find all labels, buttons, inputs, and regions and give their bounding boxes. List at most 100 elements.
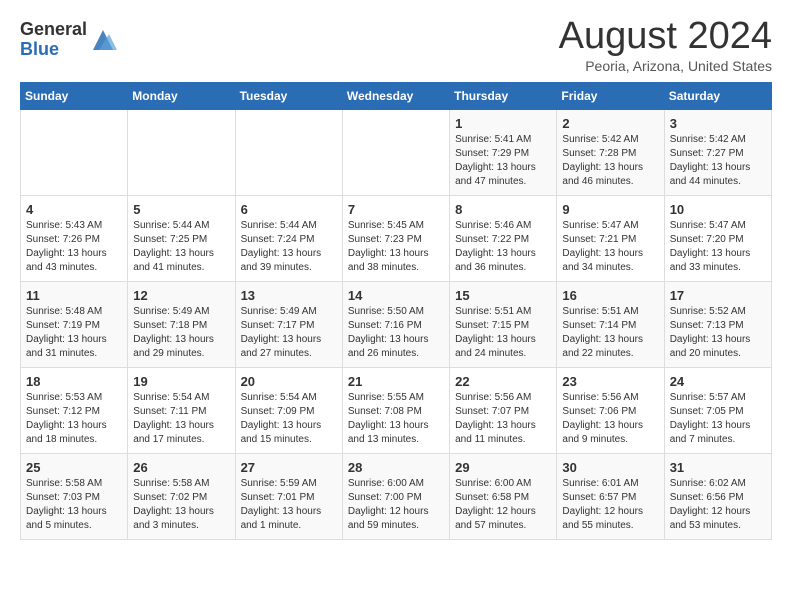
calendar-week-row: 1Sunrise: 5:41 AM Sunset: 7:29 PM Daylig…	[21, 109, 772, 195]
calendar-cell: 21 Sunrise: 5:55 AM Sunset: 7:08 PM Dayli…	[342, 367, 449, 453]
day-number: 5	[133, 202, 229, 217]
calendar-cell	[21, 109, 128, 195]
calendar-table: SundayMondayTuesdayWednesdayThursdayFrid…	[20, 82, 772, 540]
day-number: 28	[348, 460, 444, 475]
calendar-week-row: 11Sunrise: 5:48 AM Sunset: 7:19 PM Dayli…	[21, 281, 772, 367]
calendar-cell: 18 Sunrise: 5:53 AM Sunset: 7:12 PM Dayli…	[21, 367, 128, 453]
calendar-cell: 17 Sunrise: 5:52 AM Sunset: 7:13 PM Dayli…	[664, 281, 771, 367]
page-header: General Blue August 2024 Peoria, Arizona…	[20, 16, 772, 74]
logo-icon	[89, 26, 117, 54]
calendar-cell: 26 Sunrise: 5:58 AM Sunset: 7:02 PM Dayli…	[128, 453, 235, 539]
calendar-cell: 14Sunrise: 5:50 AM Sunset: 7:16 PM Dayli…	[342, 281, 449, 367]
cell-content: Sunrise: 5:45 AM Sunset: 7:23 PM Dayligh…	[348, 219, 444, 275]
weekday-header: Wednesday	[342, 82, 449, 109]
day-number: 19	[133, 374, 229, 389]
calendar-cell: 4 Sunrise: 5:43 AM Sunset: 7:26 PM Daylig…	[21, 195, 128, 281]
calendar-cell: 28Sunrise: 6:00 AM Sunset: 7:00 PM Dayli…	[342, 453, 449, 539]
day-number: 17	[670, 288, 766, 303]
calendar-cell: 12 Sunrise: 5:49 AM Sunset: 7:18 PM Dayli…	[128, 281, 235, 367]
day-number: 7	[348, 202, 444, 217]
calendar-cell: 20 Sunrise: 5:54 AM Sunset: 7:09 PM Dayli…	[235, 367, 342, 453]
cell-content: Sunrise: 5:50 AM Sunset: 7:16 PM Dayligh…	[348, 305, 444, 361]
day-number: 8	[455, 202, 551, 217]
cell-content: Sunrise: 5:44 AM Sunset: 7:25 PM Dayligh…	[133, 219, 229, 275]
cell-content: Sunrise: 5:59 AM Sunset: 7:01 PM Dayligh…	[241, 477, 337, 533]
weekday-header: Thursday	[450, 82, 557, 109]
day-number: 11	[26, 288, 122, 303]
day-number: 20	[241, 374, 337, 389]
day-number: 4	[26, 202, 122, 217]
calendar-cell: 9 Sunrise: 5:47 AM Sunset: 7:21 PM Daylig…	[557, 195, 664, 281]
cell-content: Sunrise: 5:54 AM Sunset: 7:09 PM Dayligh…	[241, 391, 337, 447]
weekday-header: Sunday	[21, 82, 128, 109]
calendar-cell: 16 Sunrise: 5:51 AM Sunset: 7:14 PM Dayli…	[557, 281, 664, 367]
calendar-cell: 23Sunrise: 5:56 AM Sunset: 7:06 PM Dayli…	[557, 367, 664, 453]
cell-content: Sunrise: 5:49 AM Sunset: 7:18 PM Dayligh…	[133, 305, 229, 361]
cell-content: Sunrise: 6:02 AM Sunset: 6:56 PM Dayligh…	[670, 477, 766, 533]
logo-blue-text: Blue	[20, 40, 87, 60]
day-number: 12	[133, 288, 229, 303]
calendar-cell: 10Sunrise: 5:47 AM Sunset: 7:20 PM Dayli…	[664, 195, 771, 281]
cell-content: Sunrise: 5:51 AM Sunset: 7:14 PM Dayligh…	[562, 305, 658, 361]
day-number: 18	[26, 374, 122, 389]
cell-content: Sunrise: 5:54 AM Sunset: 7:11 PM Dayligh…	[133, 391, 229, 447]
cell-content: Sunrise: 5:57 AM Sunset: 7:05 PM Dayligh…	[670, 391, 766, 447]
calendar-cell: 3 Sunrise: 5:42 AM Sunset: 7:27 PM Daylig…	[664, 109, 771, 195]
calendar-cell	[235, 109, 342, 195]
calendar-cell: 8 Sunrise: 5:46 AM Sunset: 7:22 PM Daylig…	[450, 195, 557, 281]
calendar-cell: 2Sunrise: 5:42 AM Sunset: 7:28 PM Daylig…	[557, 109, 664, 195]
day-number: 30	[562, 460, 658, 475]
calendar-cell: 31 Sunrise: 6:02 AM Sunset: 6:56 PM Dayli…	[664, 453, 771, 539]
title-area: August 2024 Peoria, Arizona, United Stat…	[559, 16, 772, 74]
calendar-cell: 25 Sunrise: 5:58 AM Sunset: 7:03 PM Dayli…	[21, 453, 128, 539]
cell-content: Sunrise: 5:44 AM Sunset: 7:24 PM Dayligh…	[241, 219, 337, 275]
calendar-cell	[342, 109, 449, 195]
cell-content: Sunrise: 5:58 AM Sunset: 7:03 PM Dayligh…	[26, 477, 122, 533]
calendar-week-row: 25 Sunrise: 5:58 AM Sunset: 7:03 PM Dayli…	[21, 453, 772, 539]
calendar-cell: 29 Sunrise: 6:00 AM Sunset: 6:58 PM Dayli…	[450, 453, 557, 539]
calendar-cell: 22Sunrise: 5:56 AM Sunset: 7:07 PM Dayli…	[450, 367, 557, 453]
cell-content: Sunrise: 5:42 AM Sunset: 7:27 PM Dayligh…	[670, 133, 766, 189]
calendar-cell: 11Sunrise: 5:48 AM Sunset: 7:19 PM Dayli…	[21, 281, 128, 367]
cell-content: Sunrise: 5:47 AM Sunset: 7:21 PM Dayligh…	[562, 219, 658, 275]
location-title: Peoria, Arizona, United States	[559, 58, 772, 74]
day-number: 25	[26, 460, 122, 475]
day-number: 22	[455, 374, 551, 389]
calendar-cell: 15Sunrise: 5:51 AM Sunset: 7:15 PM Dayli…	[450, 281, 557, 367]
weekday-header: Friday	[557, 82, 664, 109]
day-number: 13	[241, 288, 337, 303]
calendar-week-row: 4 Sunrise: 5:43 AM Sunset: 7:26 PM Daylig…	[21, 195, 772, 281]
month-title: August 2024	[559, 16, 772, 58]
calendar-cell: 24Sunrise: 5:57 AM Sunset: 7:05 PM Dayli…	[664, 367, 771, 453]
weekday-header: Monday	[128, 82, 235, 109]
calendar-cell: 30 Sunrise: 6:01 AM Sunset: 6:57 PM Dayli…	[557, 453, 664, 539]
day-number: 15	[455, 288, 551, 303]
calendar-week-row: 18 Sunrise: 5:53 AM Sunset: 7:12 PM Dayli…	[21, 367, 772, 453]
calendar-cell: 5 Sunrise: 5:44 AM Sunset: 7:25 PM Daylig…	[128, 195, 235, 281]
day-number: 3	[670, 116, 766, 131]
weekday-header: Tuesday	[235, 82, 342, 109]
calendar-cell: 27Sunrise: 5:59 AM Sunset: 7:01 PM Dayli…	[235, 453, 342, 539]
cell-content: Sunrise: 5:53 AM Sunset: 7:12 PM Dayligh…	[26, 391, 122, 447]
day-number: 9	[562, 202, 658, 217]
weekday-header: Saturday	[664, 82, 771, 109]
cell-content: Sunrise: 5:49 AM Sunset: 7:17 PM Dayligh…	[241, 305, 337, 361]
day-number: 26	[133, 460, 229, 475]
calendar-cell: 7 Sunrise: 5:45 AM Sunset: 7:23 PM Daylig…	[342, 195, 449, 281]
cell-content: Sunrise: 5:46 AM Sunset: 7:22 PM Dayligh…	[455, 219, 551, 275]
cell-content: Sunrise: 5:52 AM Sunset: 7:13 PM Dayligh…	[670, 305, 766, 361]
cell-content: Sunrise: 5:55 AM Sunset: 7:08 PM Dayligh…	[348, 391, 444, 447]
calendar-cell: 1Sunrise: 5:41 AM Sunset: 7:29 PM Daylig…	[450, 109, 557, 195]
cell-content: Sunrise: 5:58 AM Sunset: 7:02 PM Dayligh…	[133, 477, 229, 533]
day-number: 21	[348, 374, 444, 389]
day-number: 2	[562, 116, 658, 131]
day-number: 31	[670, 460, 766, 475]
logo: General Blue	[20, 20, 117, 60]
day-number: 29	[455, 460, 551, 475]
cell-content: Sunrise: 6:00 AM Sunset: 6:58 PM Dayligh…	[455, 477, 551, 533]
cell-content: Sunrise: 6:01 AM Sunset: 6:57 PM Dayligh…	[562, 477, 658, 533]
day-number: 16	[562, 288, 658, 303]
cell-content: Sunrise: 5:43 AM Sunset: 7:26 PM Dayligh…	[26, 219, 122, 275]
cell-content: Sunrise: 5:41 AM Sunset: 7:29 PM Dayligh…	[455, 133, 551, 189]
calendar-cell: 19 Sunrise: 5:54 AM Sunset: 7:11 PM Dayli…	[128, 367, 235, 453]
